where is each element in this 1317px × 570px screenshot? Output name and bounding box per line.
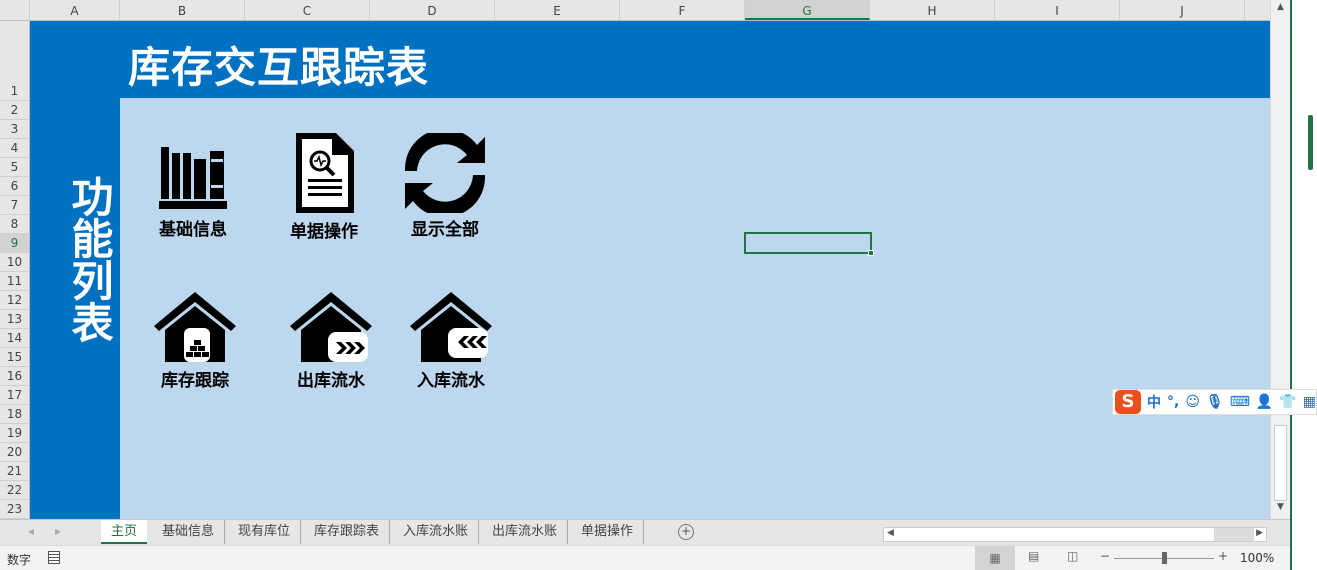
scroll-thumb[interactable] [1274, 425, 1287, 501]
ime-punct[interactable]: °, [1167, 394, 1179, 410]
ime-mode[interactable]: 中 [1147, 392, 1161, 412]
tile-documents[interactable]: 单据操作 [269, 131, 379, 242]
books-icon [159, 147, 227, 209]
column-header[interactable]: I [995, 0, 1120, 20]
row-header[interactable]: 7 [0, 196, 29, 215]
row-header[interactable]: 12 [0, 291, 29, 310]
tile-label: 单据操作 [290, 222, 358, 242]
tile-show-all[interactable]: 显示全部 [390, 133, 500, 240]
menu-grid-icon[interactable]: ▦ [1303, 394, 1316, 410]
column-header[interactable]: B [120, 0, 245, 20]
sheet-tab-bar: ◂ ▸ 主页 基础信息 现有库位 库存跟踪表 入库流水账 出库流水账 单据操作 … [0, 519, 1290, 545]
tab-inbound[interactable]: 入库流水账 [393, 520, 480, 544]
side-scroll-indicator [1308, 115, 1313, 170]
row-header[interactable]: 23 [0, 500, 29, 519]
row-header[interactable]: 6 [0, 177, 29, 196]
tab-basic-info[interactable]: 基础信息 [152, 520, 226, 544]
tab-documents[interactable]: 单据操作 [571, 520, 645, 544]
column-header[interactable]: D [370, 0, 495, 20]
macro-record-icon[interactable] [48, 551, 60, 564]
page-layout-icon[interactable]: ▤ [1028, 549, 1039, 563]
row-header[interactable]: 2 [0, 101, 29, 120]
tab-home[interactable]: 主页 [101, 520, 148, 544]
hscroll-track[interactable] [1214, 528, 1254, 541]
zoom-out-button[interactable]: − [1100, 549, 1110, 563]
column-header[interactable]: A [30, 0, 120, 20]
house-out-icon [290, 292, 372, 362]
tile-label: 基础信息 [159, 220, 227, 240]
tile-label: 出库流水 [297, 371, 365, 391]
tile-label: 显示全部 [411, 220, 479, 240]
row-header[interactable]: 10 [0, 253, 29, 272]
side-title: 功能列表 [65, 175, 114, 343]
scroll-left-icon[interactable]: ◀ [887, 528, 894, 538]
sogou-logo-icon[interactable]: S [1115, 390, 1141, 414]
house-in-icon [410, 292, 492, 362]
row-header[interactable]: 17 [0, 386, 29, 405]
status-bar: 数字 ▦ ▤ ◫ − + 100% [0, 545, 1290, 570]
row-header[interactable]: 20 [0, 443, 29, 462]
keyboard-icon[interactable]: ⌨ [1230, 394, 1250, 410]
zoom-in-button[interactable]: + [1218, 549, 1228, 563]
tab-stock-tracking[interactable]: 库存跟踪表 [304, 520, 391, 544]
scroll-up-icon[interactable]: ▲ [1273, 2, 1288, 18]
row-header[interactable]: 19 [0, 424, 29, 443]
row-header[interactable]: 1 [0, 21, 29, 101]
tile-label: 入库流水 [417, 371, 485, 391]
tile-inbound-flow[interactable]: 入库流水 [396, 288, 506, 391]
tile-outbound-flow[interactable]: 出库流水 [276, 288, 386, 391]
user-icon[interactable]: 👤 [1256, 394, 1273, 410]
zoom-level[interactable]: 100% [1240, 551, 1274, 565]
document-search-icon [296, 133, 354, 213]
microphone-icon[interactable]: 🎙 [1206, 394, 1224, 410]
page-break-icon[interactable]: ◫ [1067, 549, 1078, 563]
row-header[interactable]: 8 [0, 215, 29, 234]
row-header[interactable]: 14 [0, 329, 29, 348]
row-header-bar: 1 2 3 4 5 6 7 8 9 10 11 12 13 14 15 16 17 18 19 20 21 22 23 [0, 21, 30, 519]
scroll-down-icon[interactable]: ▼ [1273, 502, 1288, 518]
column-header[interactable]: E [495, 0, 620, 20]
column-header[interactable]: C [245, 0, 370, 20]
row-header[interactable]: 16 [0, 367, 29, 386]
tab-next-icon[interactable]: ▸ [55, 524, 61, 538]
refresh-icon [404, 133, 486, 213]
add-sheet-icon[interactable]: + [678, 524, 694, 540]
row-header[interactable]: 21 [0, 462, 29, 481]
page-title: 库存交互跟踪表 [128, 43, 430, 92]
column-header[interactable]: J [1120, 0, 1245, 20]
vertical-scrollbar[interactable]: ▲ ▼ [1270, 0, 1290, 519]
tile-stock-tracking[interactable]: 库存跟踪 [140, 288, 250, 391]
column-header[interactable]: F [620, 0, 745, 20]
zoom-slider-thumb[interactable] [1162, 552, 1167, 564]
row-header[interactable]: 13 [0, 310, 29, 329]
row-header[interactable]: 5 [0, 158, 29, 177]
column-header[interactable]: G [745, 0, 870, 20]
emoji-icon[interactable]: ☺ [1185, 394, 1200, 410]
status-mode: 数字 [7, 553, 32, 567]
selected-cell-g9[interactable] [744, 232, 874, 256]
row-header[interactable]: 18 [0, 405, 29, 424]
scroll-right-icon[interactable]: ▶ [1256, 528, 1263, 538]
house-stock-icon [154, 292, 236, 362]
skin-icon[interactable]: 👕 [1279, 394, 1296, 410]
row-header[interactable]: 11 [0, 272, 29, 291]
normal-view-icon[interactable]: ▦ [975, 546, 1015, 570]
column-header[interactable]: H [870, 0, 995, 20]
row-header[interactable]: 4 [0, 139, 29, 158]
tab-locations[interactable]: 现有库位 [228, 520, 302, 544]
ime-toolbar[interactable]: S 中 °, ☺ 🎙 ⌨ 👤 👕 ▦ [1112, 389, 1317, 415]
tile-label: 库存跟踪 [161, 371, 229, 391]
window-edge [1290, 0, 1317, 570]
tab-prev-icon[interactable]: ◂ [28, 524, 34, 538]
select-all-corner[interactable] [0, 0, 30, 20]
tab-outbound[interactable]: 出库流水账 [482, 520, 569, 544]
row-header[interactable]: 15 [0, 348, 29, 367]
row-header[interactable]: 22 [0, 481, 29, 500]
horizontal-scrollbar[interactable]: ◀ ▶ [883, 527, 1267, 542]
row-header[interactable]: 9 [0, 234, 29, 253]
tile-basic-info[interactable]: 基础信息 [138, 145, 248, 240]
row-header[interactable]: 3 [0, 120, 29, 139]
fill-handle[interactable] [868, 250, 874, 256]
column-header-bar: A B C D E F G H I J [0, 0, 1270, 21]
